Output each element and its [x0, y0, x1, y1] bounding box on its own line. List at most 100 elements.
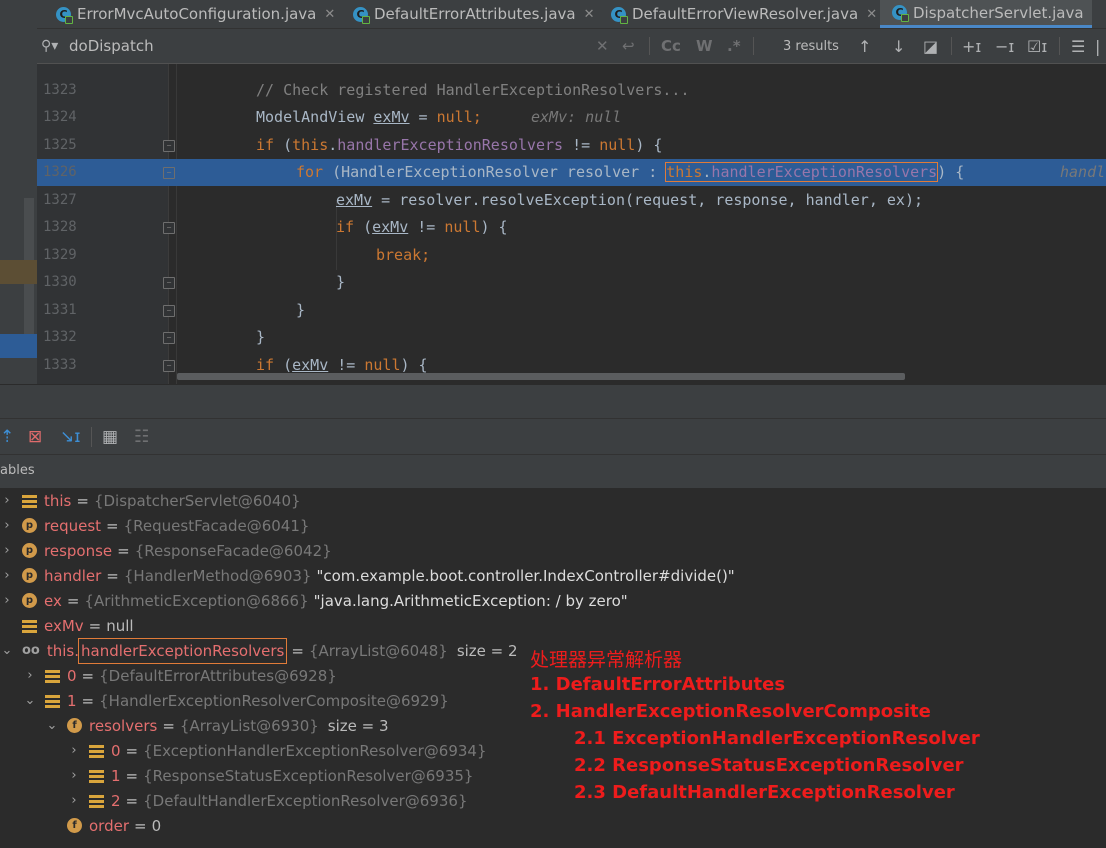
variable-row-handler[interactable]: › p handler = {HandlerMethod@6903} "com.e… [0, 563, 734, 588]
list-icon [45, 693, 60, 708]
clear-search-icon[interactable]: ✕ [596, 29, 609, 63]
tab-default-error-attributes[interactable]: C DefaultErrorAttributes.java ✕ [353, 0, 595, 28]
code-line-1331[interactable]: 1331 − } [37, 297, 1106, 324]
code-line-1324[interactable]: 1324 ModelAndView exMv = null; exMv: nul… [37, 104, 1106, 131]
annotation-title: 处理器异常解析器 [530, 649, 683, 671]
code-line-1329[interactable]: 1329 break; [37, 242, 1106, 269]
annotation-line: 2. HandlerExceptionResolverComposite [530, 701, 931, 722]
variable-row-composite-0[interactable]: › 0 = {ExceptionHandlerExceptionResolver@… [67, 738, 486, 763]
close-icon[interactable]: ✕ [866, 7, 877, 22]
separator [649, 37, 650, 55]
trace-stream-icon[interactable]: ☷ [134, 427, 149, 447]
code-comment: // Check registered HandlerExceptionReso… [256, 81, 690, 99]
open-in-window-icon[interactable]: ◪ [923, 29, 938, 63]
code-line-1325[interactable]: 1325 − if (this.handlerExceptionResolver… [37, 132, 1106, 159]
fold-icon[interactable]: − [163, 360, 175, 372]
line-number: 1325 [43, 137, 77, 153]
line-number: 1328 [43, 219, 77, 235]
run-to-cursor-icon[interactable]: ↘ɪ [60, 427, 81, 447]
add-occurrence-icon[interactable]: +ɪ [962, 29, 981, 63]
search-icon[interactable]: ⚲▾ [41, 29, 58, 63]
match-case-toggle[interactable]: Cc [661, 29, 681, 63]
code-line-1328[interactable]: 1328 − if (exMv != null) { [37, 214, 1106, 241]
strip-marker [0, 260, 37, 284]
chevron-right-icon[interactable]: › [0, 518, 14, 533]
drop-frame-icon[interactable]: ⊠ [28, 427, 42, 447]
close-icon[interactable]: ✕ [584, 7, 595, 22]
fold-icon[interactable]: − [163, 140, 175, 152]
evaluate-expression-icon[interactable]: ▦ [102, 427, 118, 447]
horizontal-scrollbar[interactable] [177, 373, 905, 380]
chevron-right-icon[interactable]: › [0, 568, 14, 583]
editor-tab-bar: C ErrorMvcAutoConfiguration.java ✕ C Def… [0, 0, 1106, 29]
code-text: if (exMv != null) { [336, 218, 508, 236]
chevron-right-icon[interactable]: › [23, 668, 37, 683]
chevron-down-icon[interactable]: ⌄ [23, 693, 37, 708]
variable-row-order[interactable]: f order = 0 [45, 813, 161, 838]
line-number: 1327 [43, 192, 77, 208]
variable-row-ex[interactable]: › p ex = {ArithmeticException@6866} "java… [0, 588, 627, 613]
search-history-icon[interactable]: ↩ [622, 29, 635, 63]
code-text: } [256, 328, 266, 346]
variable-row-resolvers[interactable]: ⌄ f resolvers = {ArrayList@6930} size = 3 [45, 713, 389, 738]
tab-label: DefaultErrorViewResolver.java [632, 5, 859, 23]
chevron-down-icon[interactable]: ⌄ [0, 643, 14, 658]
words-toggle[interactable]: W [696, 29, 713, 63]
remove-occurrence-icon[interactable]: −ɪ [995, 29, 1014, 63]
code-line-1326-current[interactable]: for (HandlerExceptionResolver resolver :… [168, 159, 1106, 186]
fold-icon[interactable]: − [163, 167, 175, 179]
annotation-line: 2.3 DefaultHandlerExceptionResolver [574, 782, 955, 803]
fold-icon[interactable]: − [163, 277, 175, 289]
variable-row-resolver-0[interactable]: › 0 = {DefaultErrorAttributes@6928} [23, 663, 336, 688]
variables-title: ables [0, 463, 35, 478]
code-line-1323[interactable]: 1323 // Check registered HandlerExceptio… [37, 77, 1106, 104]
tab-default-error-view-resolver[interactable]: C DefaultErrorViewResolver.java ✕ [611, 0, 877, 28]
chevron-down-icon[interactable]: ⌄ [45, 718, 59, 733]
line-number: 1326 [43, 164, 77, 180]
settings-icon[interactable]: | [1095, 29, 1100, 63]
variable-row-resolver-1[interactable]: ⌄ 1 = {HandlerExceptionResolverComposite@… [23, 688, 449, 713]
variable-row-handler-exception-resolvers[interactable]: ⌄ oo this. handlerExceptionResolvers = {Ar… [0, 637, 518, 664]
variable-row-request[interactable]: › p request = {RequestFacade@6041} [0, 513, 309, 538]
tab-error-mvc-auto-configuration[interactable]: C ErrorMvcAutoConfiguration.java ✕ [56, 0, 335, 28]
search-input[interactable] [69, 35, 369, 57]
variable-row-exmv[interactable]: exMv = null [0, 613, 134, 638]
variable-row-this[interactable]: › this = {DispatcherServlet@6040} [0, 488, 300, 513]
filter-icon[interactable]: ☰ [1071, 29, 1085, 63]
field-icon: f [67, 718, 82, 733]
chevron-right-icon[interactable]: › [67, 743, 81, 758]
fold-icon[interactable]: − [163, 305, 175, 317]
separator [951, 37, 952, 55]
search-results-count: 3 results [783, 38, 839, 54]
code-line-1332[interactable]: 1332 − } [37, 324, 1106, 351]
regex-toggle[interactable]: .* [727, 29, 741, 63]
chevron-right-icon[interactable]: › [67, 768, 81, 783]
chevron-right-icon[interactable]: › [0, 493, 14, 508]
step-out-icon[interactable]: ⇡ [0, 427, 14, 447]
code-line-1327[interactable]: 1327 exMv = resolver.resolveException(re… [37, 187, 1106, 214]
variable-row-composite-2[interactable]: › 2 = {DefaultHandlerExceptionResolver@69… [67, 788, 467, 813]
tab-dispatcher-servlet[interactable]: C DispatcherServlet.java [880, 0, 1092, 28]
separator [753, 37, 754, 55]
close-icon[interactable]: ✕ [324, 7, 335, 22]
line-number: 1332 [43, 329, 77, 345]
annotation-line: 2.1 ExceptionHandlerExceptionResolver [574, 728, 980, 749]
chevron-right-icon[interactable]: › [67, 793, 81, 808]
variable-row-response[interactable]: › p response = {ResponseFacade@6042} [0, 538, 331, 563]
left-gutter-strip [0, 28, 37, 384]
variables-tree[interactable]: › this = {DispatcherServlet@6040} › p req… [0, 488, 1106, 848]
list-icon [89, 793, 104, 808]
previous-occurrence-icon[interactable]: ↑ [858, 29, 871, 63]
variable-row-composite-1[interactable]: › 1 = {ResponseStatusExceptionResolver@69… [67, 763, 473, 788]
fold-icon[interactable]: − [163, 222, 175, 234]
chevron-right-icon[interactable]: › [0, 593, 14, 608]
code-text: if (exMv != null) { [256, 356, 428, 374]
code-editor[interactable]: 1323 // Check registered HandlerExceptio… [37, 64, 1106, 384]
next-occurrence-icon[interactable]: ↓ [892, 29, 905, 63]
chevron-right-icon[interactable]: › [0, 543, 14, 558]
list-icon [22, 618, 37, 633]
code-text: ModelAndView exMv = null; [256, 108, 482, 126]
fold-icon[interactable]: − [163, 332, 175, 344]
select-all-occurrences-icon[interactable]: ☑ɪ [1027, 29, 1047, 63]
code-line-1330[interactable]: 1330 − } [37, 269, 1106, 296]
